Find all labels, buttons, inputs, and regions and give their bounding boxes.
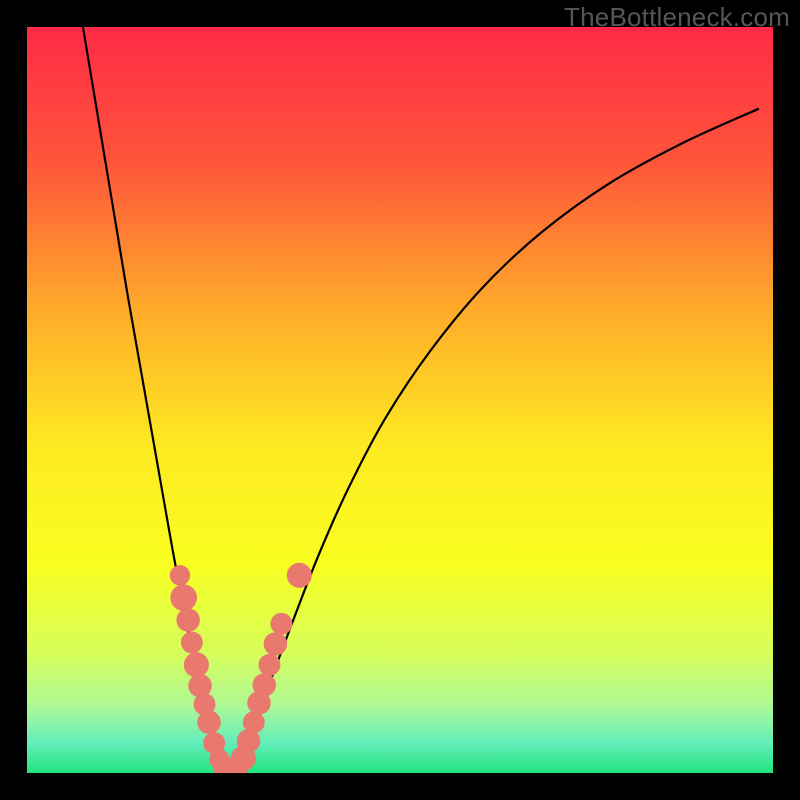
- scatter-dot: [270, 613, 292, 635]
- scatter-dot: [188, 674, 212, 698]
- chart-frame: TheBottleneck.com: [0, 0, 800, 800]
- scatter-dot: [197, 711, 221, 735]
- scatter-dot: [258, 654, 280, 676]
- scatter-dot: [252, 673, 275, 697]
- scatter-dot: [264, 632, 288, 656]
- plot-area: [27, 27, 773, 773]
- gradient-bg: [27, 27, 773, 773]
- scatter-dot: [176, 608, 200, 632]
- watermark: TheBottleneck.com: [564, 2, 790, 33]
- scatter-dot: [184, 652, 209, 677]
- scatter-dot: [181, 631, 203, 653]
- scatter-dot: [170, 565, 190, 585]
- scatter-dot: [243, 711, 265, 733]
- scatter-dot: [287, 563, 312, 588]
- chart-svg: [27, 27, 773, 773]
- scatter-dot: [170, 584, 197, 611]
